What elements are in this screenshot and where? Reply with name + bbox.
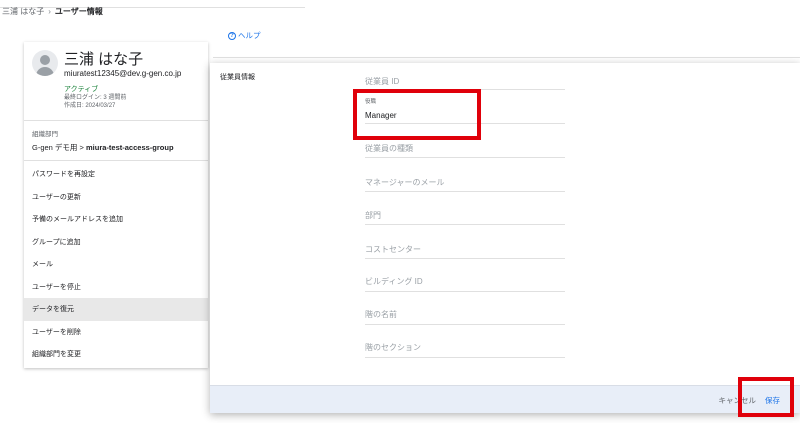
org-unit-current: miura-test-access-group bbox=[86, 143, 174, 152]
created-date-text: 作成日: 2024/03/27 bbox=[64, 103, 116, 109]
delete-user-action[interactable]: ユーザーを削除 bbox=[24, 321, 208, 344]
breadcrumb: 三浦 はな子 › ユーザー情報 bbox=[0, 0, 103, 22]
building-id-placeholder: ビルディング ID bbox=[365, 277, 423, 286]
department-field[interactable]: 部門 bbox=[365, 206, 565, 225]
section-title: 従業員情報 bbox=[220, 74, 255, 81]
user-actions-list: パスワードを再設定 ユーザーの更新 予備のメールアドレスを追加 グループに追加 … bbox=[24, 163, 208, 366]
breadcrumb-separator-icon: › bbox=[48, 6, 51, 16]
mail-action[interactable]: メール bbox=[24, 253, 208, 276]
employee-type-field[interactable]: 従業員の種類 bbox=[365, 140, 565, 158]
manager-email-placeholder: マネージャーのメール bbox=[365, 178, 445, 187]
user-details-panel bbox=[213, 22, 800, 58]
suspend-user-action[interactable]: ユーザーを停止 bbox=[24, 276, 208, 299]
help-label: ヘルプ bbox=[238, 31, 261, 40]
user-name: 三浦 はな子 bbox=[64, 51, 144, 68]
update-user-action[interactable]: ユーザーの更新 bbox=[24, 186, 208, 209]
breadcrumb-current: ユーザー情報 bbox=[54, 6, 103, 16]
org-unit-parent: G-gen デモ用 > bbox=[32, 143, 84, 152]
reset-password-action[interactable]: パスワードを再設定 bbox=[24, 163, 208, 186]
title-field-highlight bbox=[353, 89, 481, 140]
cost-center-field[interactable]: コストセンター bbox=[365, 239, 565, 259]
manager-email-field[interactable]: マネージャーのメール bbox=[365, 173, 565, 192]
cost-center-placeholder: コストセンター bbox=[365, 245, 421, 254]
building-id-field[interactable]: ビルディング ID bbox=[365, 272, 565, 292]
floor-section-field[interactable]: 階のセクション bbox=[365, 339, 565, 358]
add-to-group-action[interactable]: グループに追加 bbox=[24, 231, 208, 254]
breadcrumb-parent[interactable]: 三浦 はな子 bbox=[2, 6, 44, 17]
floor-name-field[interactable]: 階の名前 bbox=[365, 305, 565, 325]
help-link[interactable]: ? ヘルプ bbox=[228, 30, 261, 41]
user-email: miuratest12345@dev.g-gen.co.jp bbox=[64, 69, 182, 78]
department-placeholder: 部門 bbox=[365, 211, 381, 220]
user-summary-card: 三浦 はな子 miuratest12345@dev.g-gen.co.jp アク… bbox=[24, 42, 208, 368]
employee-id-field[interactable]: 従業員 ID bbox=[365, 73, 565, 90]
org-unit-label: 組織部門 bbox=[32, 131, 58, 138]
employee-type-placeholder: 従業員の種類 bbox=[365, 144, 413, 153]
restore-data-action[interactable]: データを復元 bbox=[24, 298, 208, 321]
floor-name-placeholder: 階の名前 bbox=[365, 310, 397, 319]
card-divider bbox=[24, 160, 208, 161]
employee-id-placeholder: 従業員 ID bbox=[365, 77, 400, 86]
employee-info-dialog: 従業員情報 従業員 ID 役職 Manager 従業員の種類 マネージャーのメー… bbox=[210, 63, 800, 413]
org-unit-path: G-gen デモ用 > miura-test-access-group bbox=[32, 142, 174, 153]
change-org-unit-action[interactable]: 組織部門を変更 bbox=[24, 343, 208, 366]
add-alternate-email-action[interactable]: 予備のメールアドレスを追加 bbox=[24, 208, 208, 231]
dialog-footer: キャンセル 保存 bbox=[210, 385, 800, 413]
card-divider bbox=[24, 120, 208, 121]
help-circle-icon: ? bbox=[228, 31, 236, 40]
floor-section-placeholder: 階のセクション bbox=[365, 343, 421, 352]
avatar bbox=[32, 50, 58, 76]
save-button-highlight bbox=[738, 377, 794, 417]
